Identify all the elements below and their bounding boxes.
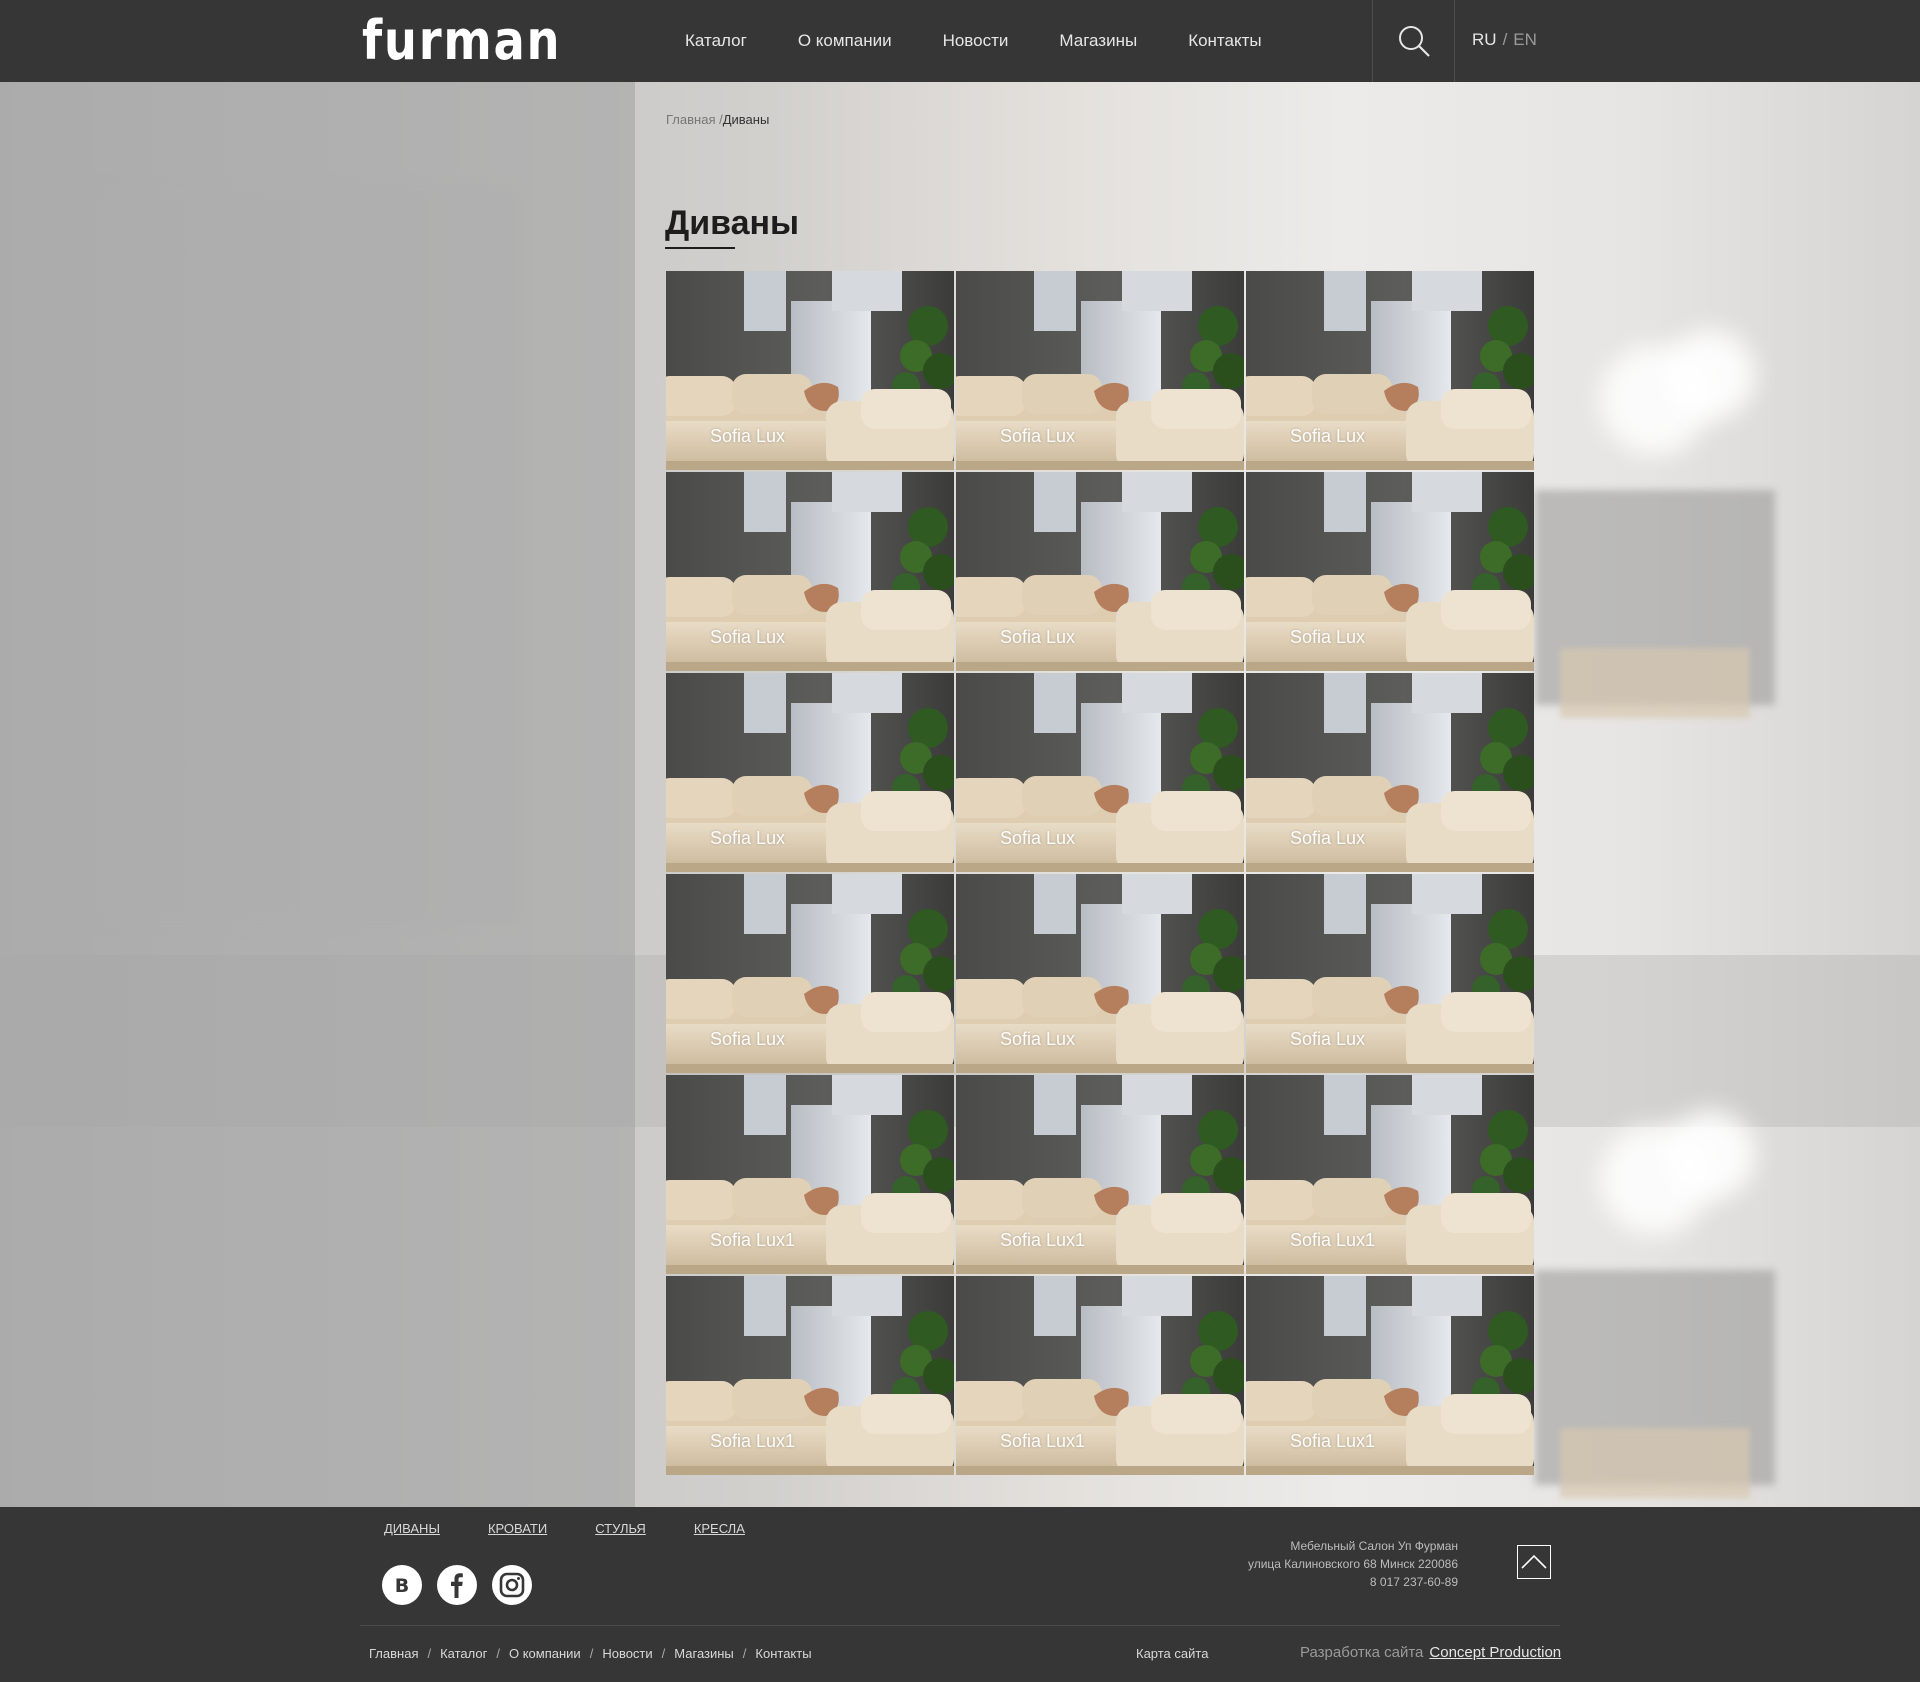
nav-item-about[interactable]: О компании [798, 31, 892, 51]
product-card[interactable]: Sofia Lux [1246, 673, 1534, 872]
nav-item-catalog[interactable]: Каталог [685, 31, 747, 51]
lang-en[interactable]: EN [1513, 30, 1537, 49]
language-switch: RU / EN [1472, 30, 1537, 50]
nav-item-stores[interactable]: Магазины [1059, 31, 1137, 51]
lang-ru[interactable]: RU [1472, 30, 1497, 49]
product-name: Sofia Lux1 [1290, 1431, 1376, 1451]
developer-label: Разработка сайта [1300, 1644, 1424, 1661]
footer-divider [360, 1625, 1560, 1626]
product-name: Sofia Lux [710, 426, 786, 446]
svg-text:B: B [395, 1575, 409, 1597]
footer-categories: ДИВАНЫ КРОВАТИ СТУЛЬЯ КРЕСЛА [384, 1521, 793, 1536]
facebook-link[interactable] [437, 1565, 477, 1605]
vk-icon: B [395, 1575, 409, 1597]
product-name: Sofia Lux1 [1000, 1431, 1086, 1451]
product-card[interactable]: Sofia Lux1 [1246, 1276, 1534, 1475]
footer-nav-catalog[interactable]: Каталог [440, 1646, 487, 1661]
footer-nav-separator: / [427, 1646, 432, 1661]
product-card[interactable]: Sofia Lux [1246, 874, 1534, 1073]
company-name: Мебельный Салон Уп Фурман [1290, 1539, 1458, 1553]
vk-link[interactable]: B [382, 1565, 422, 1605]
search-icon [1398, 26, 1430, 57]
developer-credit: Разработка сайта Concept Production [1300, 1644, 1561, 1661]
product-card[interactable]: Sofia Lux [1246, 271, 1534, 470]
instagram-link[interactable] [492, 1565, 532, 1605]
breadcrumb-home[interactable]: Главная / [666, 112, 723, 127]
product-card[interactable]: Sofia Lux [666, 472, 954, 671]
site-logo[interactable]: furman [362, 10, 561, 72]
breadcrumb-current: Диваны [722, 112, 770, 127]
footer-cat-sofas[interactable]: ДИВАНЫ [384, 1521, 440, 1536]
product-card[interactable]: Sofia Lux1 [666, 1075, 954, 1274]
product-card[interactable]: Sofia Lux [666, 271, 954, 470]
product-card[interactable]: Sofia Lux [956, 271, 1244, 470]
footer-cat-beds[interactable]: КРОВАТИ [488, 1521, 547, 1536]
footer-nav-stores[interactable]: Магазины [674, 1646, 734, 1661]
title-underline [665, 247, 735, 249]
product-name: Sofia Lux [1290, 426, 1366, 446]
footer-nav-separator: / [589, 1646, 594, 1661]
lang-separator: / [1502, 30, 1508, 49]
product-name: Sofia Lux1 [1290, 1230, 1376, 1250]
background-lamp [1665, 1110, 1755, 1200]
product-card[interactable]: Sofia Lux [1246, 472, 1534, 671]
nav-item-news[interactable]: Новости [943, 31, 1009, 51]
nav-item-contacts[interactable]: Контакты [1188, 31, 1261, 51]
footer-cat-chairs[interactable]: СТУЛЬЯ [595, 1521, 646, 1536]
product-card[interactable]: Sofia Lux [956, 673, 1244, 872]
product-card[interactable]: Sofia Lux [956, 472, 1244, 671]
product-name: Sofia Lux1 [1000, 1230, 1086, 1250]
sitemap-link[interactable]: Карта сайта [1136, 1646, 1208, 1661]
footer-nav: Главная / Каталог / О компании / Новости… [369, 1646, 812, 1661]
product-name: Sofia Lux [1000, 627, 1076, 647]
company-phone: 8 017 237-60-89 [1369, 1575, 1458, 1589]
footer-nav-home[interactable]: Главная [369, 1646, 418, 1661]
footer-nav-news[interactable]: Новости [602, 1646, 652, 1661]
instagram-icon [499, 1572, 525, 1598]
product-card[interactable]: Sofia Lux1 [1246, 1075, 1534, 1274]
product-card[interactable]: Sofia Lux1 [666, 1276, 954, 1475]
company-info: Мебельный Салон Уп Фурман улица Калиновс… [1248, 1537, 1458, 1591]
search-button[interactable] [1372, 0, 1455, 82]
breadcrumb: Главная /Диваны [666, 112, 769, 127]
product-name: Sofia Lux [1000, 426, 1076, 446]
chevron-up-icon [1521, 1554, 1547, 1569]
product-grid: Sofia Lux Sofia Lux Sofia Lux Sofia Lux Sofi… [666, 271, 1536, 1475]
footer-nav-contacts[interactable]: Контакты [755, 1646, 811, 1661]
product-name: Sofia Lux [710, 1029, 786, 1049]
product-name: Sofia Lux [1000, 1029, 1076, 1049]
developer-link[interactable]: Concept Production [1429, 1644, 1561, 1661]
product-name: Sofia Lux [710, 828, 786, 848]
product-name: Sofia Lux [1000, 828, 1076, 848]
product-name: Sofia Lux [1290, 828, 1366, 848]
product-card[interactable]: Sofia Lux [666, 673, 954, 872]
facebook-icon [451, 1573, 463, 1598]
site-footer: ДИВАНЫ КРОВАТИ СТУЛЬЯ КРЕСЛА B Мебельный… [0, 1507, 1920, 1682]
company-address: улица Калиновского 68 Минск 220086 [1247, 1557, 1458, 1571]
product-card[interactable]: Sofia Lux1 [956, 1276, 1244, 1475]
product-card[interactable]: Sofia Lux1 [956, 1075, 1244, 1274]
product-name: Sofia Lux1 [710, 1230, 796, 1250]
product-name: Sofia Lux [710, 627, 786, 647]
social-links: B [382, 1565, 547, 1605]
background-left-shade [0, 82, 635, 1507]
main-nav: Каталог О компании Новости Магазины Конт… [660, 0, 1288, 82]
main-content: Главная /Диваны Диваны Sofia Lux Sofia Lu… [635, 82, 1635, 1507]
footer-nav-separator: / [661, 1646, 666, 1661]
background-lamp [1665, 330, 1755, 420]
footer-cat-armchairs[interactable]: КРЕСЛА [694, 1521, 745, 1536]
page-title: Диваны [665, 204, 800, 242]
product-card[interactable]: Sofia Lux [666, 874, 954, 1073]
footer-nav-about[interactable]: О компании [509, 1646, 581, 1661]
product-card[interactable]: Sofia Lux [956, 874, 1244, 1073]
site-header: furman Каталог О компании Новости Магази… [0, 0, 1920, 82]
product-name: Sofia Lux [1290, 627, 1366, 647]
footer-nav-separator: / [496, 1646, 500, 1661]
scroll-to-top-button[interactable] [1517, 1545, 1551, 1579]
product-name: Sofia Lux1 [710, 1431, 796, 1451]
product-name: Sofia Lux [1290, 1029, 1366, 1049]
footer-nav-separator: / [742, 1646, 747, 1661]
